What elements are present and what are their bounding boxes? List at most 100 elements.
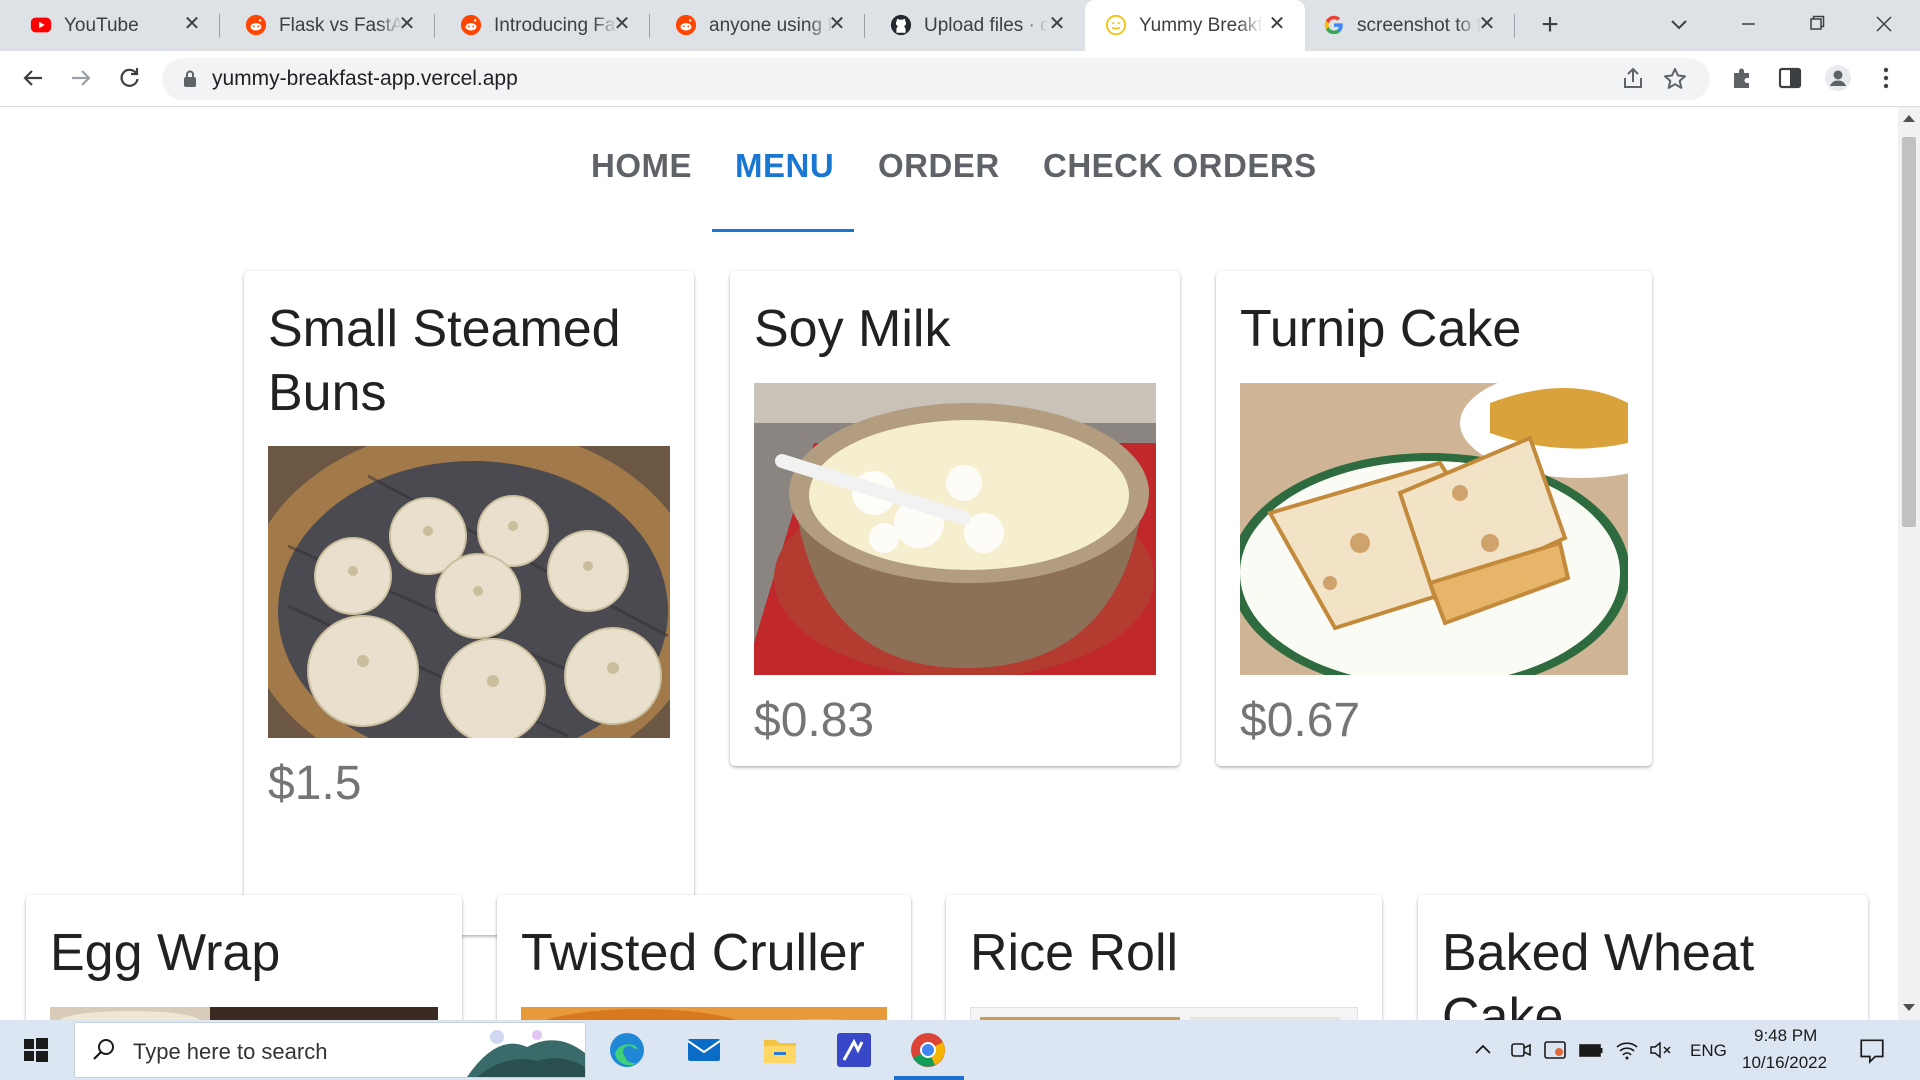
taskbar-search-placeholder: Type here to search — [133, 1039, 328, 1064]
tab-close-icon[interactable]: ✕ — [1045, 12, 1069, 36]
reddit-icon — [675, 14, 697, 36]
menu-card-rice-roll[interactable]: Rice Roll — [946, 895, 1382, 1020]
extensions-puzzle-icon[interactable] — [1728, 64, 1756, 92]
battery-icon[interactable] — [1578, 1038, 1604, 1062]
twisted-cruller-photo — [521, 1007, 887, 1020]
meet-now-icon[interactable] — [1508, 1038, 1534, 1062]
wifi-icon[interactable] — [1614, 1038, 1640, 1062]
menu-card-small-steamed-buns[interactable]: Small Steamed Buns $1.5 — [244, 271, 694, 935]
egg-wrap-photo — [50, 1007, 438, 1020]
scroll-down-arrow-icon[interactable] — [1903, 1004, 1915, 1011]
rice-roll-photo — [970, 1007, 1358, 1020]
tab-close-icon[interactable]: ✕ — [1265, 12, 1289, 36]
nav-link-menu[interactable]: MENU — [735, 147, 834, 185]
browser-tab-reddit-3[interactable]: anyone using FastAPI ✕ — [650, 0, 865, 51]
input-language[interactable]: ENG — [1690, 1041, 1727, 1061]
soy-milk-photo — [754, 383, 1156, 675]
tab-close-icon[interactable]: ✕ — [825, 12, 849, 36]
tab-close-icon[interactable]: ✕ — [180, 12, 204, 36]
tab-close-icon[interactable]: ✕ — [395, 12, 419, 36]
browser-tab-strip: YouTube ✕ Flask vs FastAPI ✕ Introducing… — [0, 0, 1920, 51]
speaker-muted-icon[interactable] — [1648, 1038, 1674, 1062]
bookmark-star-icon[interactable] — [1662, 66, 1688, 92]
file-explorer-icon[interactable] — [760, 1030, 800, 1070]
show-hidden-icons-chevron-icon[interactable] — [1470, 1038, 1496, 1062]
clock-time[interactable]: 9:48 PM — [1754, 1026, 1817, 1046]
reddit-icon — [245, 14, 267, 36]
menu-item-name: Soy Milk — [754, 300, 951, 358]
menu-card-soy-milk[interactable]: Soy Milk $0.83 — [730, 271, 1180, 766]
tab-search-chevron-icon[interactable] — [1664, 10, 1694, 40]
windows-taskbar: Type here to search ENG 9:48 PM 10/16/20… — [0, 1020, 1920, 1080]
chrome-icon[interactable] — [908, 1030, 948, 1070]
tab-title: YouTube — [64, 15, 139, 36]
forward-arrow-icon[interactable] — [66, 63, 96, 93]
back-arrow-icon[interactable] — [18, 63, 48, 93]
search-highlight-illustration-icon — [467, 1030, 585, 1077]
web-page: HOME MENU ORDER CHECK ORDERS Small Steam… — [0, 107, 1898, 1020]
browser-tab-reddit-1[interactable]: Flask vs FastAPI ✕ — [220, 0, 435, 51]
tab-title: anyone using FastAPI — [709, 15, 833, 36]
reload-icon[interactable] — [114, 63, 144, 93]
tab-title: Upload files · d — [924, 15, 1048, 36]
tab-title: Introducing FastAPI — [494, 15, 618, 36]
search-icon — [93, 1039, 114, 1060]
chrome-active-indicator — [894, 1076, 964, 1080]
tab-title: Yummy Breakfast — [1139, 15, 1263, 36]
clock-date[interactable]: 10/16/2022 — [1742, 1053, 1827, 1073]
browser-toolbar: yummy-breakfast-app.vercel.app — [0, 51, 1920, 107]
menu-item-price: $0.67 — [1240, 694, 1361, 747]
visual-studio-code-icon[interactable] — [834, 1030, 874, 1070]
kebab-menu-icon[interactable] — [1872, 64, 1900, 92]
windows-start-icon[interactable] — [0, 1020, 72, 1080]
browser-tab-youtube[interactable]: YouTube ✕ — [0, 0, 220, 51]
close-window-icon[interactable] — [1860, 6, 1908, 42]
nav-link-check-orders[interactable]: CHECK ORDERS — [1043, 147, 1317, 185]
new-tab-button[interactable]: + — [1532, 8, 1568, 44]
scrollbar-thumb[interactable] — [1902, 137, 1916, 527]
menu-card-baked-wheat-cake[interactable]: Baked Wheat Cake — [1418, 895, 1868, 1020]
share-icon[interactable] — [1620, 66, 1646, 92]
menu-item-name: Turnip Cake — [1240, 300, 1522, 358]
profile-avatar-icon[interactable] — [1824, 64, 1852, 92]
minimize-window-icon[interactable] — [1724, 6, 1772, 42]
browser-tab-yummy-breakfast[interactable]: Yummy Breakfast ✕ — [1085, 0, 1305, 51]
side-panel-icon[interactable] — [1776, 64, 1804, 92]
browser-tab-google[interactable]: screenshot to f ✕ — [1305, 0, 1515, 51]
tab-title: screenshot to f — [1357, 15, 1481, 36]
browser-tab-reddit-2[interactable]: Introducing FastAPI ✕ — [435, 0, 650, 51]
active-tab-indicator — [712, 229, 854, 232]
address-bar-url[interactable]: yummy-breakfast-app.vercel.app — [212, 67, 518, 91]
menu-card-turnip-cake[interactable]: Turnip Cake $0.67 — [1216, 271, 1652, 766]
github-icon — [890, 14, 912, 36]
edge-browser-icon[interactable] — [607, 1030, 647, 1070]
tab-close-icon[interactable]: ✕ — [1475, 12, 1499, 36]
menu-item-name: Baked Wheat Cake — [1442, 924, 1755, 1020]
menu-item-name: Rice Roll — [970, 924, 1179, 982]
google-icon — [1324, 15, 1343, 35]
scroll-up-arrow-icon[interactable] — [1903, 115, 1915, 122]
menu-item-price: $0.83 — [754, 694, 875, 747]
menu-item-price: $1.5 — [268, 757, 362, 810]
mail-icon[interactable] — [684, 1030, 724, 1070]
nav-link-home[interactable]: HOME — [591, 147, 692, 185]
page-scrollbar[interactable] — [1898, 107, 1920, 1020]
vpn-shield-icon[interactable] — [1542, 1038, 1568, 1062]
steamed-buns-photo — [268, 446, 670, 738]
address-bar[interactable]: yummy-breakfast-app.vercel.app — [162, 58, 1710, 100]
restore-window-icon[interactable] — [1792, 6, 1840, 42]
tab-close-icon[interactable]: ✕ — [610, 12, 634, 36]
app-navigation: HOME MENU ORDER CHECK ORDERS — [0, 107, 1898, 237]
notifications-icon[interactable] — [1858, 1036, 1886, 1064]
menu-item-name: Small Steamed Buns — [268, 300, 621, 422]
menu-card-egg-wrap[interactable]: Egg Wrap — [26, 895, 462, 1020]
taskbar-search-box[interactable]: Type here to search — [74, 1022, 586, 1078]
reddit-icon — [460, 14, 482, 36]
browser-tab-github[interactable]: Upload files · d ✕ — [865, 0, 1085, 51]
nav-link-order[interactable]: ORDER — [878, 147, 1000, 185]
menu-card-twisted-cruller[interactable]: Twisted Cruller — [497, 895, 911, 1020]
turnip-cake-photo — [1240, 383, 1628, 675]
menu-item-name: Egg Wrap — [50, 924, 281, 982]
menu-item-name: Twisted Cruller — [521, 924, 865, 982]
lock-icon[interactable] — [182, 69, 198, 89]
